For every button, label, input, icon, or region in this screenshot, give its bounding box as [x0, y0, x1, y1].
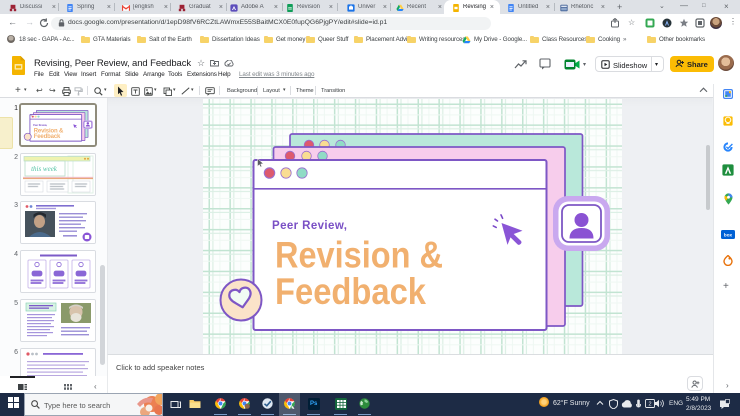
- svg-text:this week: this week: [31, 165, 58, 173]
- svg-text:Feedback: Feedback: [275, 271, 426, 312]
- svg-text:Revision &: Revision &: [275, 235, 443, 276]
- svg-text:2: 2: [648, 402, 651, 408]
- svg-text:Peer Review,: Peer Review,: [272, 220, 347, 232]
- svg-text:Feedback: Feedback: [34, 134, 61, 140]
- svg-text:Revision &: Revision &: [34, 128, 64, 134]
- svg-text:box: box: [724, 233, 733, 238]
